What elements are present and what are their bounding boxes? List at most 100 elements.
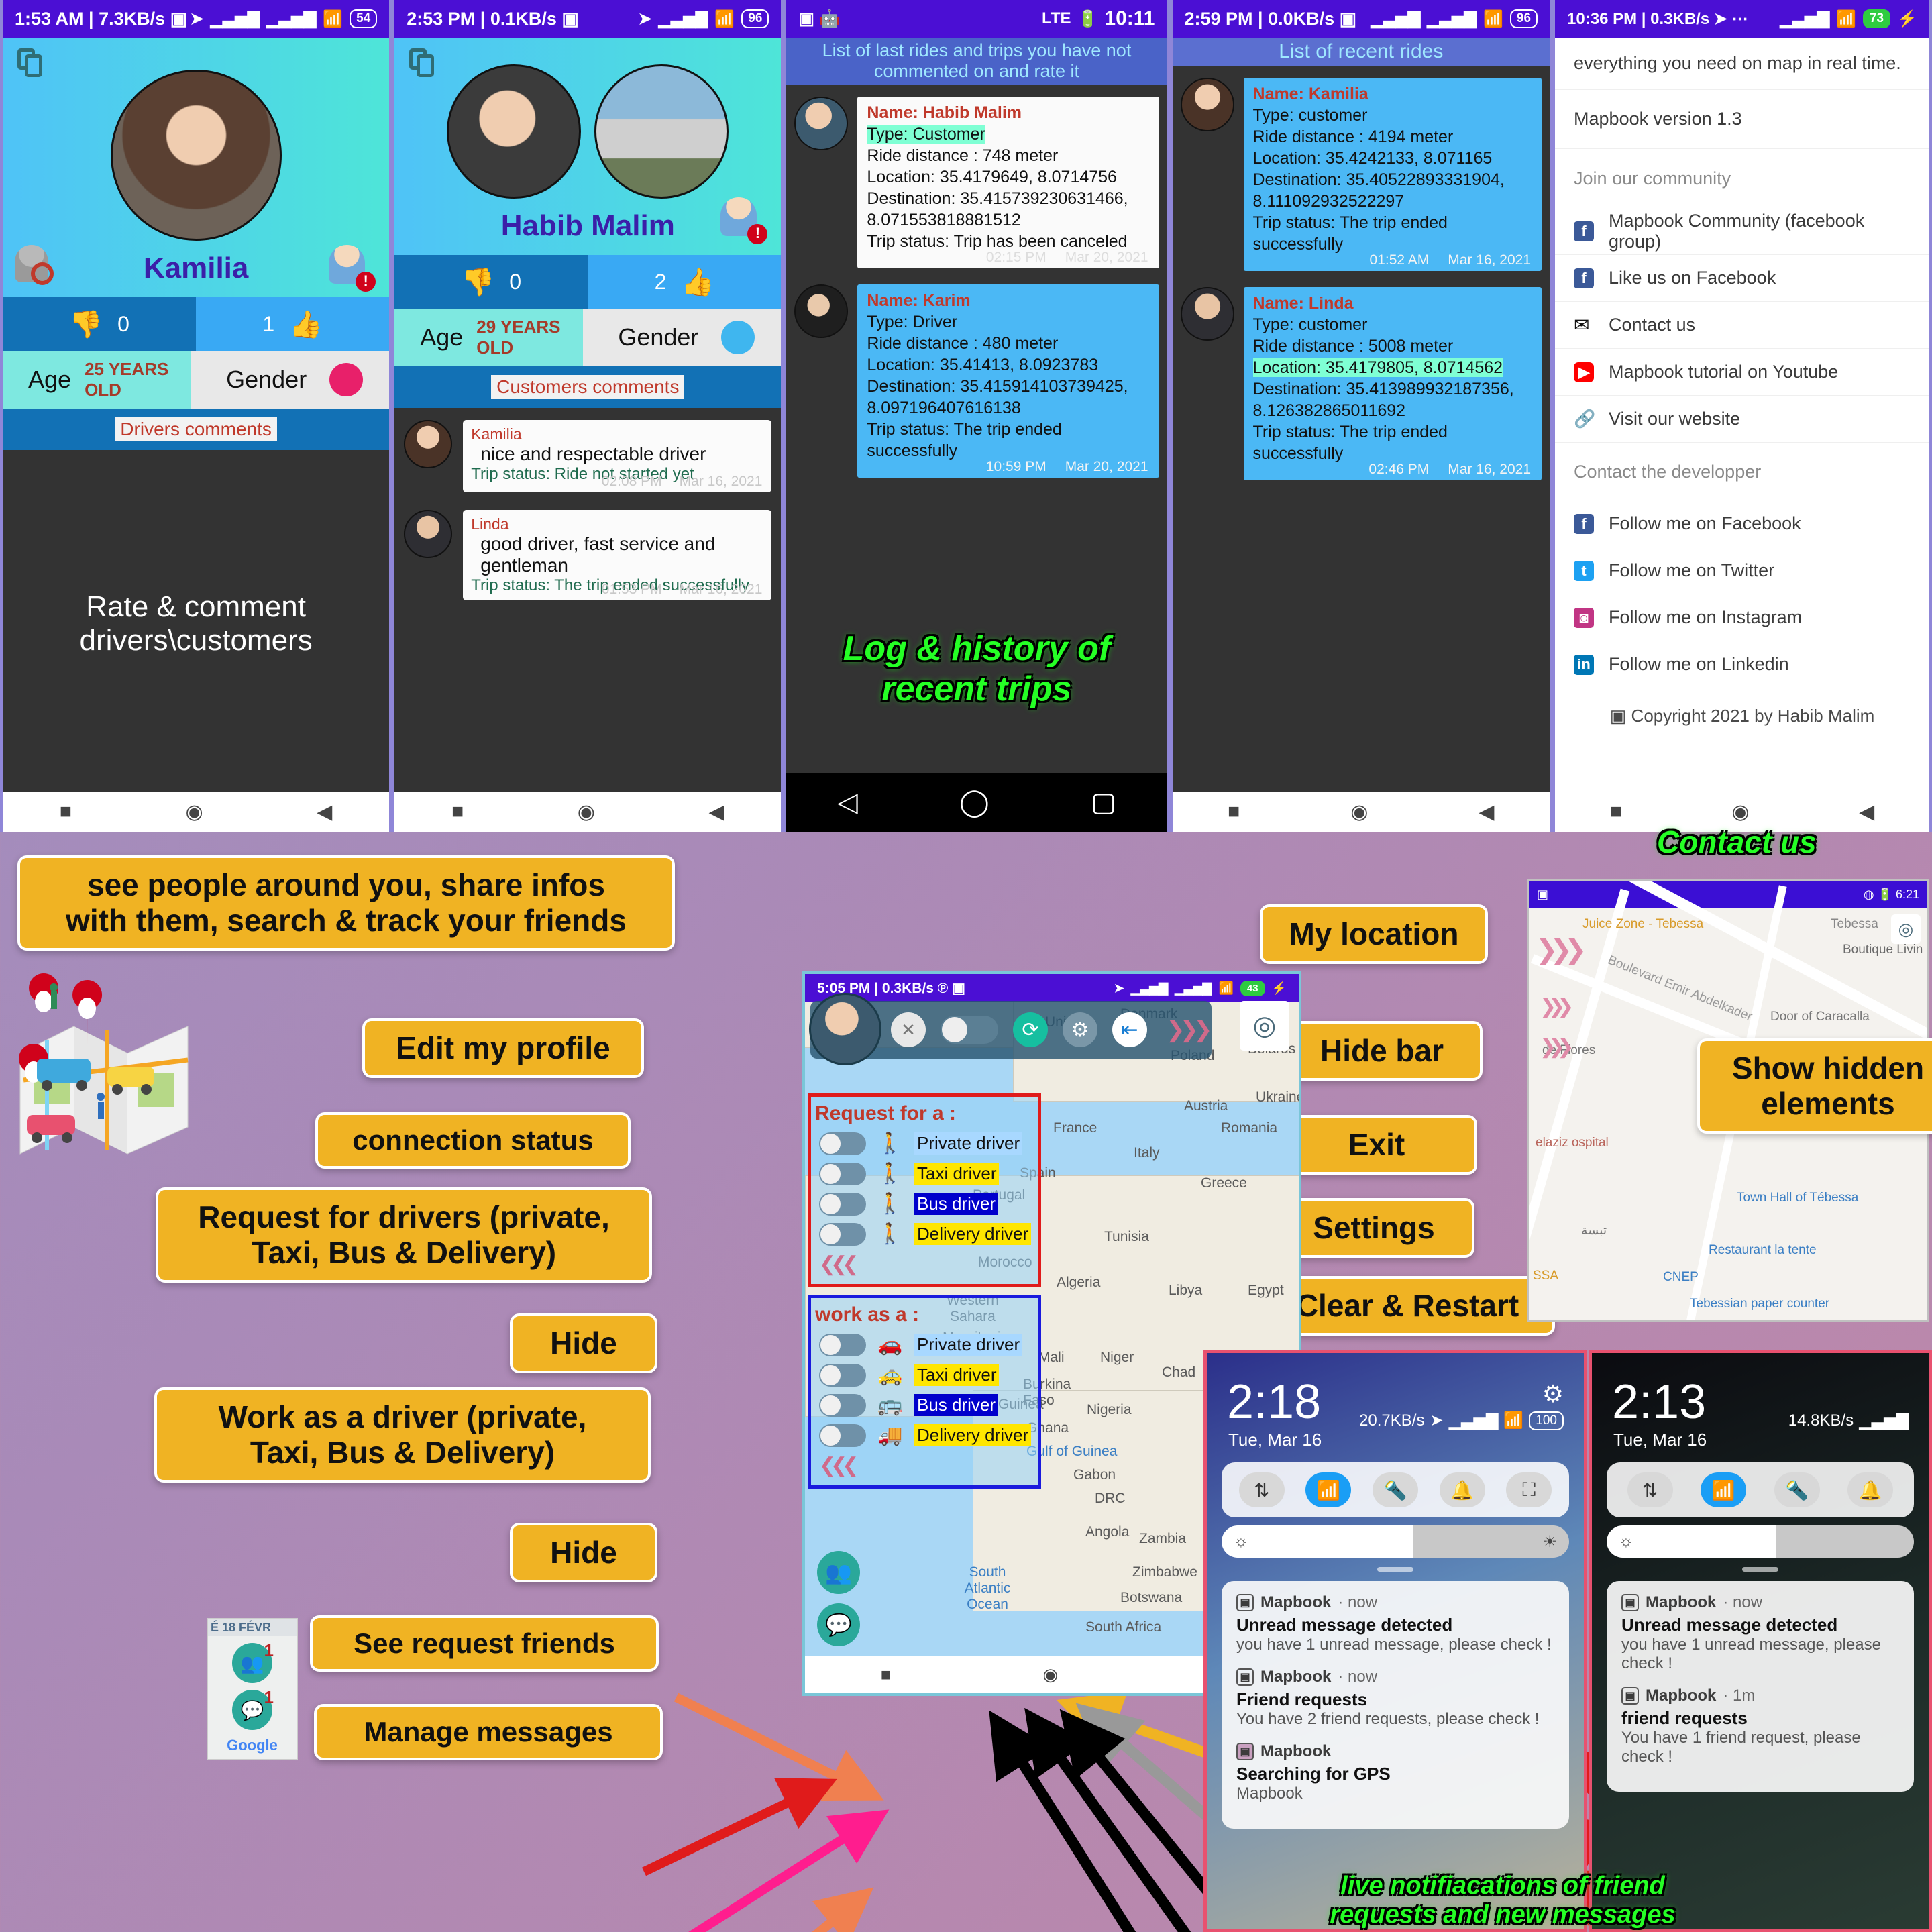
- trip-card[interactable]: Name: Karim Type: Driver Ride distance :…: [857, 284, 1159, 478]
- recents-button[interactable]: ■: [1610, 800, 1622, 823]
- trip-row[interactable]: Name: Kamilia Type: customer Ride distan…: [1180, 78, 1542, 271]
- home-button[interactable]: ◉: [1731, 800, 1749, 824]
- report-user-icon[interactable]: !: [720, 197, 768, 244]
- notification-item[interactable]: ▣ Mapbook Searching for GPS Mapbook: [1236, 1742, 1554, 1803]
- drawer-item-like-facebook[interactable]: f Like us on Facebook: [1555, 255, 1929, 302]
- hide-request-panel-chevron-icon[interactable]: ❮❮❮: [819, 1252, 1034, 1276]
- toggle[interactable]: [819, 1363, 866, 1387]
- drawer-item-follow-instagram[interactable]: ◙ Follow me on Instagram: [1555, 594, 1929, 641]
- cast-toggle[interactable]: ⛶: [1506, 1472, 1552, 1507]
- bell-toggle[interactable]: 🔔: [1439, 1472, 1485, 1507]
- notification-item[interactable]: ▣ Mapbook · now Friend requests You have 2…: [1236, 1668, 1554, 1729]
- avatar[interactable]: [110, 70, 282, 241]
- system-nav-bar[interactable]: ■ ◉ ◀: [3, 792, 390, 832]
- hidden-chevron-icon-3[interactable]: ❯❯❯: [1540, 1035, 1574, 1059]
- system-nav-bar[interactable]: ■ ◉ ◀: [394, 792, 782, 832]
- copy-icon[interactable]: [17, 48, 44, 79]
- back-button[interactable]: ◀: [317, 800, 332, 824]
- recents-button[interactable]: ▢: [1091, 787, 1116, 818]
- trip-card[interactable]: Name: Habib Malim Type: Customer Ride di…: [857, 97, 1159, 268]
- toggle[interactable]: [819, 1393, 866, 1417]
- back-button[interactable]: ◀: [709, 800, 724, 824]
- mobile-data-toggle[interactable]: ⇅: [1238, 1472, 1285, 1507]
- home-button[interactable]: ◉: [1350, 800, 1368, 824]
- brightness-slider[interactable]: ☼: [1607, 1525, 1914, 1558]
- hide-bar-chevron-icon[interactable]: ❯❯❯: [1166, 1016, 1213, 1043]
- toggle[interactable]: [819, 1424, 866, 1447]
- toggle[interactable]: [819, 1222, 866, 1246]
- notification-item[interactable]: ▣ Mapbook · now Unread message detected yo…: [1621, 1593, 1899, 1673]
- back-button[interactable]: ◁: [837, 787, 858, 818]
- drawer-item-follow-linkedin[interactable]: in Follow me on Linkedin: [1555, 641, 1929, 688]
- wifi-toggle[interactable]: 📶: [1305, 1472, 1352, 1507]
- toggle[interactable]: [819, 1333, 866, 1356]
- notification-item[interactable]: ▣ Mapbook · 1m friend requests You have 1 …: [1621, 1686, 1899, 1766]
- hide-work-panel-chevron-icon[interactable]: ❮❮❮: [819, 1454, 1034, 1477]
- drawer-item-contact-us[interactable]: ✉ Contact us: [1555, 302, 1929, 349]
- recents-button[interactable]: ■: [1228, 800, 1240, 823]
- report-user-icon[interactable]: !: [329, 245, 376, 292]
- request-option-taxi-driver[interactable]: 🚶 Taxi driver: [819, 1162, 1034, 1185]
- my-location-button[interactable]: ◎: [1240, 1001, 1289, 1051]
- drawer-item-website[interactable]: 🔗 Visit our website: [1555, 396, 1929, 443]
- back-button[interactable]: ◀: [1479, 800, 1494, 824]
- drag-handle[interactable]: [1377, 1567, 1413, 1572]
- messages-fab[interactable]: 💬 1: [232, 1687, 274, 1730]
- system-nav-bar[interactable]: ◁ ◯ ▢: [786, 773, 1167, 832]
- mobile-data-toggle[interactable]: ⇅: [1627, 1472, 1673, 1507]
- system-nav-bar[interactable]: ■ ◉ ◀: [1172, 792, 1550, 832]
- friend-requests-fab[interactable]: 👥: [817, 1551, 860, 1594]
- trip-row[interactable]: Name: Karim Type: Driver Ride distance :…: [794, 284, 1159, 478]
- work-option-private-driver[interactable]: 🚗 Private driver: [819, 1333, 1034, 1356]
- connection-status-toggle-icon[interactable]: ✕: [891, 1012, 926, 1047]
- notification-item[interactable]: ▣ Mapbook · now Unread message detected yo…: [1236, 1593, 1554, 1654]
- connection-status-toggle[interactable]: [941, 1016, 998, 1044]
- home-button[interactable]: ◉: [186, 800, 203, 824]
- block-user-icon[interactable]: [15, 245, 60, 290]
- hidden-chevron-icon-2[interactable]: ❯❯❯: [1540, 995, 1574, 1018]
- gear-icon[interactable]: ⚙: [1542, 1380, 1564, 1408]
- vehicle-photo[interactable]: [594, 64, 729, 199]
- request-option-private-driver[interactable]: 🚶 Private driver: [819, 1132, 1034, 1155]
- toggle[interactable]: [819, 1162, 866, 1185]
- my-location-button[interactable]: ◎: [1891, 914, 1921, 944]
- drag-handle[interactable]: [1742, 1567, 1778, 1572]
- copy-icon[interactable]: [409, 48, 436, 79]
- work-option-taxi-driver[interactable]: 🚕 Taxi driver: [819, 1363, 1034, 1387]
- clear-restart-icon[interactable]: ⟳: [1013, 1012, 1048, 1047]
- drawer-item-youtube-tutorial[interactable]: ▶ Mapbook tutorial on Youtube: [1555, 349, 1929, 396]
- comment-item[interactable]: Linda good driver, fast service and gent…: [404, 510, 772, 600]
- home-button[interactable]: ◉: [578, 800, 595, 824]
- messages-fab[interactable]: 💬: [817, 1603, 860, 1646]
- flashlight-toggle[interactable]: 🔦: [1774, 1472, 1820, 1507]
- back-button[interactable]: ◀: [1859, 800, 1874, 824]
- work-option-bus-driver[interactable]: 🚌 Bus driver: [819, 1393, 1034, 1417]
- avatar[interactable]: [447, 64, 582, 199]
- trip-row[interactable]: Name: Linda Type: customer Ride distance…: [1180, 287, 1542, 480]
- recents-button[interactable]: ■: [451, 800, 464, 823]
- like-count-button[interactable]: 2 👍: [588, 255, 782, 309]
- toggle[interactable]: [819, 1132, 866, 1155]
- trip-card[interactable]: Name: Kamilia Type: customer Ride distan…: [1243, 78, 1542, 271]
- bell-toggle[interactable]: 🔔: [1847, 1472, 1894, 1507]
- request-option-bus-driver[interactable]: 🚶 Bus driver: [819, 1192, 1034, 1216]
- trip-card[interactable]: Name: Linda Type: customer Ride distance…: [1243, 287, 1542, 480]
- brightness-slider[interactable]: ☼ ☀: [1222, 1525, 1569, 1558]
- avatar-edit-profile-button[interactable]: [809, 993, 881, 1065]
- drawer-item-follow-facebook[interactable]: f Follow me on Facebook: [1555, 500, 1929, 547]
- drawer-item-mapbook-community[interactable]: f Mapbook Community (facebook group): [1555, 208, 1929, 255]
- like-count-button[interactable]: 1 👍: [196, 297, 390, 351]
- home-button[interactable]: ◯: [959, 787, 989, 818]
- request-option-delivery-driver[interactable]: 🚶 Delivery driver: [819, 1222, 1034, 1246]
- dislike-count-button[interactable]: 👎 0: [3, 297, 197, 351]
- work-option-delivery-driver[interactable]: 🚚 Delivery driver: [819, 1424, 1034, 1447]
- exit-icon[interactable]: ⇤: [1112, 1012, 1147, 1047]
- hidden-chevron-icon-1[interactable]: ❯❯❯: [1536, 934, 1587, 965]
- recents-button[interactable]: ■: [881, 1664, 892, 1685]
- home-button[interactable]: ◉: [1043, 1664, 1059, 1685]
- comment-item[interactable]: Kamilia nice and respectable driver Trip…: [404, 420, 772, 492]
- flashlight-toggle[interactable]: 🔦: [1372, 1472, 1418, 1507]
- dislike-count-button[interactable]: 👎 0: [394, 255, 588, 309]
- recents-button[interactable]: ■: [60, 800, 72, 823]
- gear-icon[interactable]: ⚙: [1063, 1012, 1097, 1047]
